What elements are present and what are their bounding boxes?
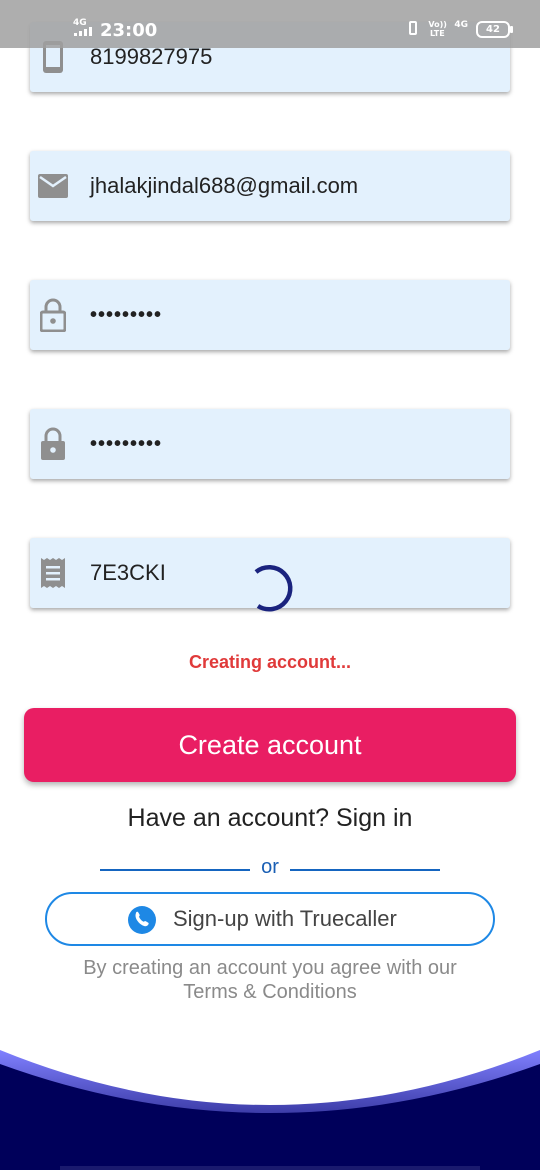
terms-notice: By creating an account you agree with ou… bbox=[0, 956, 540, 1004]
vibrate-icon bbox=[406, 20, 420, 38]
terms-conditions-link[interactable]: Terms & Conditions bbox=[0, 980, 540, 1004]
password-field[interactable]: ••••••••• bbox=[30, 280, 510, 350]
footer-wave-decoration bbox=[0, 1050, 540, 1170]
create-account-button[interactable]: Create account bbox=[24, 708, 516, 782]
email-icon bbox=[36, 151, 70, 221]
confirm-password-value: ••••••••• bbox=[90, 433, 163, 455]
status-message: Creating account... bbox=[188, 652, 352, 672]
loading-spinner bbox=[254, 565, 293, 612]
signin-link[interactable]: Have an account? Sign in bbox=[0, 804, 540, 833]
status-bar: 4G 23:00 Vo)) LTE 4G 42 bbox=[0, 0, 540, 48]
network-type-2: 4G bbox=[454, 20, 468, 30]
clock: 23:00 bbox=[100, 20, 158, 41]
or-label: or bbox=[261, 856, 279, 878]
truecaller-icon bbox=[128, 906, 156, 934]
divider-line-left bbox=[100, 869, 250, 871]
confirm-password-field[interactable]: ••••••••• bbox=[30, 409, 510, 479]
email-value: jhalakjindal688@gmail.com bbox=[90, 173, 359, 198]
receipt-icon bbox=[36, 538, 70, 608]
divider-line-right bbox=[290, 869, 440, 871]
lock-icon bbox=[36, 409, 70, 479]
or-divider: or bbox=[100, 856, 440, 884]
truecaller-label: Sign-up with Truecaller bbox=[173, 906, 397, 931]
volte-indicator: Vo)) LTE bbox=[428, 20, 447, 38]
lock-open-icon bbox=[36, 280, 70, 350]
truecaller-signup-button[interactable]: Sign-up with Truecaller bbox=[45, 892, 495, 946]
signal-icon bbox=[74, 27, 92, 36]
email-field[interactable]: jhalakjindal688@gmail.com bbox=[30, 151, 510, 221]
terms-line-1: By creating an account you agree with ou… bbox=[83, 957, 457, 979]
referral-code-value: 7E3CKI bbox=[90, 560, 166, 585]
password-value: ••••••••• bbox=[90, 304, 163, 326]
battery-icon: 42 bbox=[476, 20, 513, 38]
